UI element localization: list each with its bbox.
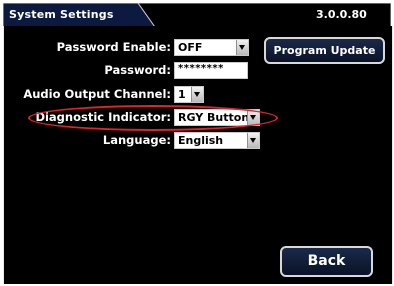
chevron-down-icon[interactable] <box>247 133 259 148</box>
program-update-button[interactable]: Program Update <box>264 37 385 64</box>
system-settings-screen: System Settings 3.0.0.80 Password Enable… <box>0 0 394 286</box>
password-label: Password: <box>104 63 171 77</box>
version-label: 3.0.0.80 <box>316 8 367 21</box>
password-enable-row: Password Enable: <box>4 39 171 59</box>
password-field[interactable]: ******** <box>174 62 248 79</box>
window-title: System Settings <box>9 8 114 21</box>
password-enable-value: OFF <box>178 41 203 54</box>
audio-output-channel-value: 1 <box>178 88 186 101</box>
chevron-down-icon[interactable] <box>236 40 248 55</box>
audio-output-channel-label: Audio Output Channel: <box>23 87 171 101</box>
language-label: Language: <box>102 133 171 147</box>
password-value: ******** <box>178 63 224 74</box>
chevron-down-icon[interactable] <box>191 87 203 102</box>
password-row: Password: <box>4 62 171 82</box>
language-row: Language: <box>4 132 171 152</box>
audio-output-channel-row: Audio Output Channel: <box>4 86 171 106</box>
password-enable-label: Password Enable: <box>56 40 171 54</box>
language-dropdown[interactable]: English <box>174 132 260 149</box>
highlight-annotation <box>28 105 278 131</box>
audio-output-channel-dropdown[interactable]: 1 <box>174 86 204 103</box>
language-value: English <box>178 134 224 147</box>
settings-panel: Password Enable: OFF Password: ******** … <box>3 26 393 284</box>
back-button[interactable]: Back <box>280 246 373 277</box>
title-bar: System Settings 3.0.0.80 <box>3 3 393 27</box>
password-enable-dropdown[interactable]: OFF <box>174 39 249 56</box>
